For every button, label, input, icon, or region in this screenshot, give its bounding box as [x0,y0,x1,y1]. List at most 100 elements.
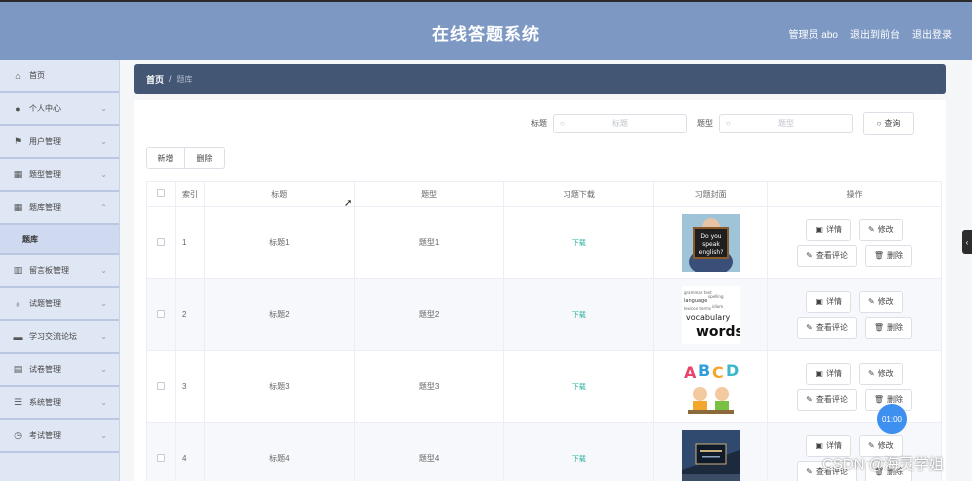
svg-text:language: language [684,298,707,304]
edit-button[interactable]: ✎ 修改 [858,362,903,385]
type-search-input[interactable]: ○ 题型 [719,114,853,133]
main-content: 首页 / 题库 标题 ○ 标题 题型 ○ 题型 ○ 查询 新增 删除 索引 标题… [120,60,972,481]
column-header-actions: 操作 [767,181,942,207]
view-comments-button[interactable]: ✎ 查看评论 [797,316,857,339]
document-icon: ▣ [815,297,823,306]
sidebar-item-home[interactable]: ⌂ 首页 [0,60,119,93]
download-link[interactable]: 下载 [572,312,586,319]
column-header-index: 索引 [174,181,205,207]
chevron-down-icon: ⌄ [100,170,107,179]
title-search-input[interactable]: ○ 标题 [553,114,687,133]
title-search-label: 标题 [531,119,547,128]
edit-button[interactable]: ✎ 修改 [858,290,903,313]
row-checkbox[interactable] [146,350,176,423]
sidebar-item-question-types[interactable]: ▦ 题型管理 ⌄ [0,159,119,192]
collapse-panel-tab[interactable]: ‹ [962,230,972,254]
svg-text:spelling: spelling [708,294,724,299]
sidebar-item-questions[interactable]: ♁ 试题管理 ⌄ [0,288,119,321]
row-index: 1 [174,206,205,279]
detail-button[interactable]: ▣ 详情 [806,362,851,385]
chat-icon: ▬ [13,331,23,342]
chevron-down-icon: ⌄ [100,398,107,407]
select-all-checkbox[interactable] [146,181,176,207]
svg-text:words: words [696,324,740,340]
trash-icon: 🗑 [873,323,884,332]
delete-button[interactable]: 🗑 删除 [864,244,912,267]
grid-icon: ▦ [13,202,23,212]
sidebar-item-exams[interactable]: ◷ 考试管理 ⌄ [0,420,119,453]
breadcrumb-home[interactable]: 首页 [146,73,164,86]
column-header-download: 习题下载 [503,181,655,207]
row-checkbox[interactable] [146,206,176,279]
document-icon: ▣ [815,369,823,378]
sidebar-item-personal[interactable]: ● 个人中心 ⌄ [0,93,119,126]
table-row: 2 标题2 题型2 下载 grammar text spelling langu… [146,278,942,351]
bulk-delete-button[interactable]: 删除 [185,147,225,169]
chevron-left-icon: ‹ [965,237,969,247]
table-row: 1 标题1 题型1 下载 Do you speak english? ▣ 详情 … [146,206,942,279]
query-button[interactable]: ○ 查询 [863,112,914,135]
sidebar-item-question-bank[interactable]: ▦ 题库管理 ⌃ [0,192,119,225]
sidebar-item-papers[interactable]: ▤ 试卷管理 ⌄ [0,354,119,387]
pencil-icon: ✎ [806,251,813,260]
back-to-front-link[interactable]: 退出到前台 [850,26,900,41]
row-type: 题型2 [353,278,505,351]
sidebar-item-message-board[interactable]: ▥ 留言板管理 ⌄ [0,255,119,288]
delete-button[interactable]: 🗑 删除 [864,316,912,339]
sidebar-item-forum[interactable]: ▬ 学习交流论坛 ⌄ [0,321,119,354]
pencil-icon: ✎ [867,369,875,378]
pencil-icon: ✎ [806,467,813,476]
svg-text:A: A [684,363,697,382]
svg-text:B: B [698,361,710,380]
logout-link[interactable]: 退出登录 [912,26,952,41]
svg-text:speak: speak [702,241,720,248]
detail-button[interactable]: ▣ 详情 [806,290,851,313]
content-panel: 标题 ○ 标题 题型 ○ 题型 ○ 查询 新增 删除 索引 标题 题型 习题下载… [134,100,946,481]
sidebar-item-users[interactable]: ⚑ 用户管理 ⌄ [0,126,119,159]
document-icon: ▣ [815,441,823,450]
table-header-row: 索引 标题 题型 习题下载 习题封面 操作 [146,181,942,207]
row-index: 3 [174,350,205,423]
detail-button[interactable]: ▣ 详情 [806,218,851,241]
download-link[interactable]: 下载 [572,384,586,391]
chevron-down-icon: ⌄ [100,266,107,275]
chevron-down-icon: ⌄ [100,137,107,146]
sidebar-subitem-bank[interactable]: 题库 [0,225,119,255]
view-comments-button[interactable]: ✎ 查看评论 [797,244,857,267]
row-index: 4 [174,422,205,481]
row-title: 标题2 [203,278,355,351]
row-title: 标题3 [203,350,355,423]
column-header-type: 题型 [353,181,505,207]
svg-text:lexicon terms: lexicon terms [684,306,711,311]
breadcrumb: 首页 / 题库 [134,64,946,94]
grid-icon: ▦ [13,169,23,179]
row-title: 标题4 [203,422,355,481]
chevron-down-icon: ⌄ [100,299,107,308]
sidebar-item-system[interactable]: ☰ 系统管理 ⌄ [0,387,119,420]
pencil-icon: ✎ [806,323,813,332]
breadcrumb-separator: / [169,74,172,84]
countdown-timer[interactable]: 01:00 [877,404,907,434]
row-index: 2 [174,278,205,351]
pencil-icon: ✎ [806,395,813,404]
row-checkbox[interactable] [146,278,176,351]
mouse-cursor-icon: ➚ [344,198,353,209]
search-icon: ○ [876,119,882,128]
view-comments-button[interactable]: ✎ 查看评论 [797,388,857,411]
question-bank-table: 索引 标题 题型 习题下载 习题封面 操作 1 标题1 题型1 下载 Do yo… [146,181,942,481]
download-link[interactable]: 下载 [572,456,586,463]
type-search-label: 题型 [697,119,713,128]
do-you-speak-english-image: Do you speak english? [681,213,740,272]
toolbar: 新增 删除 [146,147,225,169]
row-checkbox[interactable] [146,422,176,481]
add-button[interactable]: 新增 [146,147,185,169]
row-title: 标题1 [203,206,355,279]
breadcrumb-current: 题库 [176,74,193,84]
column-header-title[interactable]: 标题 [203,181,355,207]
vocabulary-words-image: grammar text spelling language lexicon t… [681,285,740,344]
trash-icon: 🗑 [873,395,884,404]
svg-text:vocabulary: vocabulary [686,313,730,322]
pencil-icon: ✎ [867,225,875,234]
download-link[interactable]: 下载 [572,240,586,247]
edit-button[interactable]: ✎ 修改 [858,218,903,241]
